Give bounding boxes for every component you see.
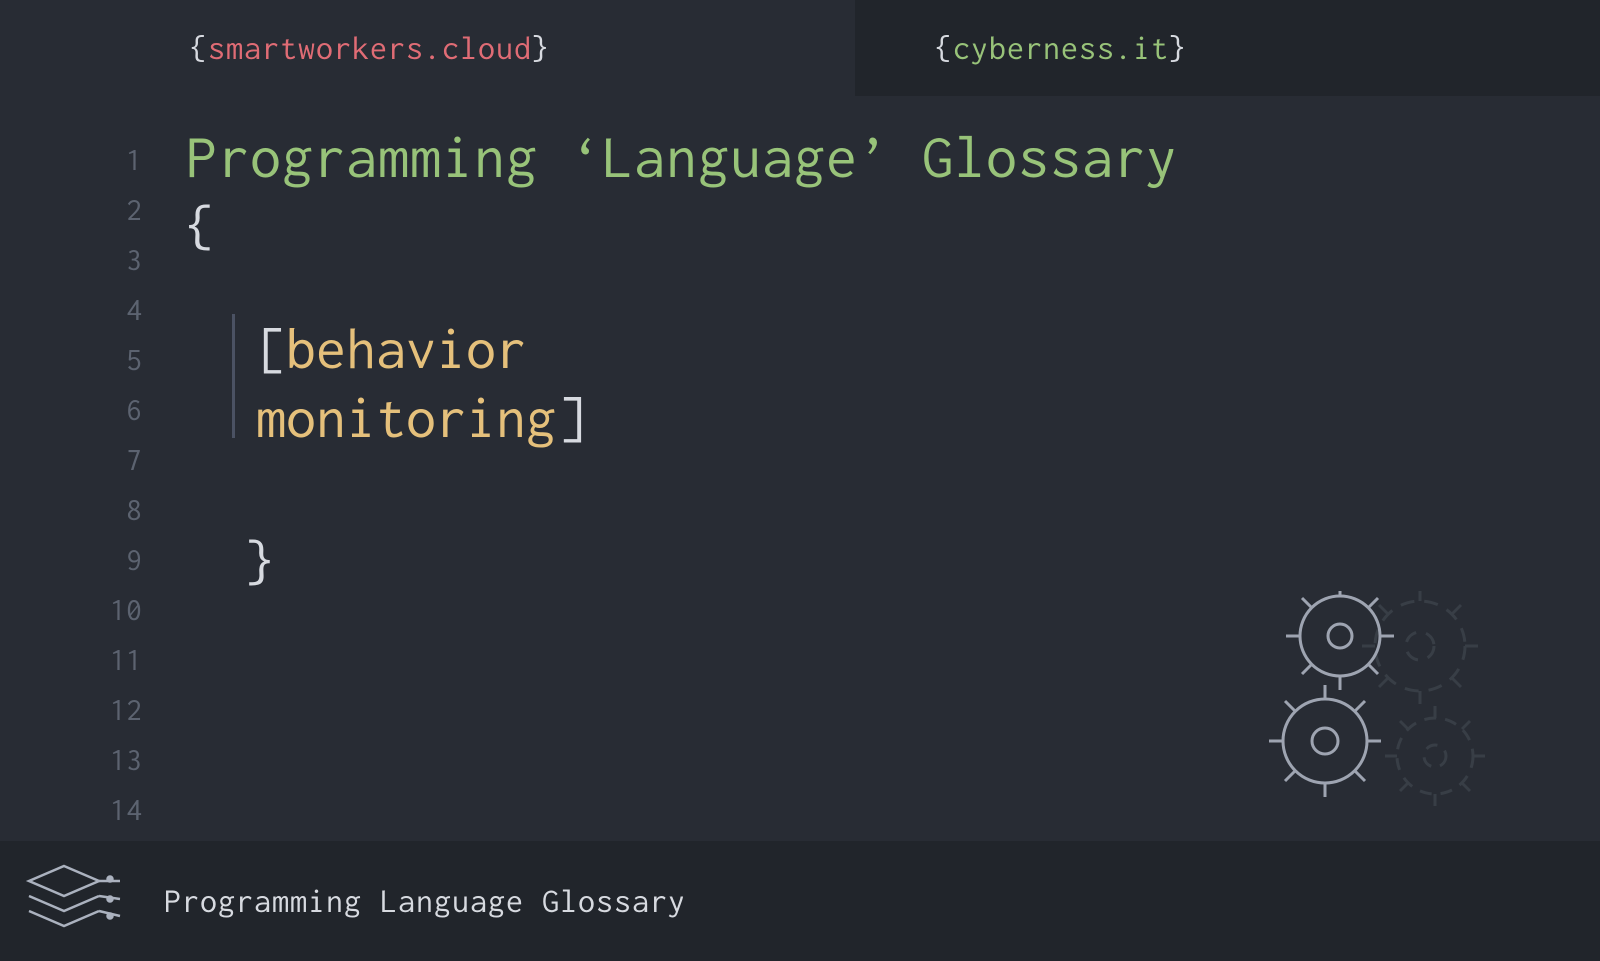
line-number: 5 bbox=[0, 336, 142, 386]
line-number: 13 bbox=[0, 736, 142, 786]
line-number: 11 bbox=[0, 636, 142, 686]
line-number: 4 bbox=[0, 286, 142, 336]
line-number: 14 bbox=[0, 786, 142, 836]
line-number: 1 bbox=[0, 136, 142, 186]
term-text-line2: monitoring bbox=[256, 386, 556, 449]
editor: 1234567891011121314 Programming ‘Languag… bbox=[0, 96, 1600, 841]
indent-guide bbox=[232, 314, 235, 438]
title-line: Programming ‘Language’ Glossary bbox=[186, 124, 1560, 189]
glossary-term: [behavior monitoring] bbox=[256, 314, 1016, 452]
brace-open: { bbox=[190, 31, 208, 66]
tab-label: cyberness.it bbox=[953, 31, 1169, 66]
line-number: 12 bbox=[0, 686, 142, 736]
close-brace-line: } bbox=[246, 532, 1560, 593]
tab-label: smartworkers.cloud bbox=[208, 31, 532, 66]
open-brace-line: { bbox=[186, 197, 1560, 258]
layers-icon bbox=[24, 861, 124, 941]
gears-icon bbox=[1250, 591, 1510, 811]
bracket-open: [ bbox=[256, 317, 286, 380]
line-number: 8 bbox=[0, 486, 142, 536]
brace-open: { bbox=[935, 31, 953, 66]
line-number: 2 bbox=[0, 186, 142, 236]
footer-bar: Programming Language Glossary bbox=[0, 841, 1600, 961]
brace-close: } bbox=[532, 31, 550, 66]
line-number-gutter: 1234567891011121314 bbox=[0, 96, 170, 841]
line-number: 6 bbox=[0, 386, 142, 436]
bracket-close: ] bbox=[556, 386, 586, 449]
term-text-line1: behavior bbox=[286, 317, 526, 380]
tab-smartworkers[interactable]: { smartworkers.cloud } bbox=[0, 0, 855, 96]
line-number: 7 bbox=[0, 436, 142, 486]
line-number: 9 bbox=[0, 536, 142, 586]
footer-title: Programming Language Glossary bbox=[164, 884, 686, 919]
line-number: 3 bbox=[0, 236, 142, 286]
term-block: [behavior monitoring] bbox=[186, 314, 1560, 452]
tab-cyberness[interactable]: { cyberness.it } bbox=[855, 0, 1600, 96]
line-number: 10 bbox=[0, 586, 142, 636]
brace-close: } bbox=[1169, 31, 1187, 66]
tab-bar: { smartworkers.cloud } { cyberness.it } bbox=[0, 0, 1600, 96]
